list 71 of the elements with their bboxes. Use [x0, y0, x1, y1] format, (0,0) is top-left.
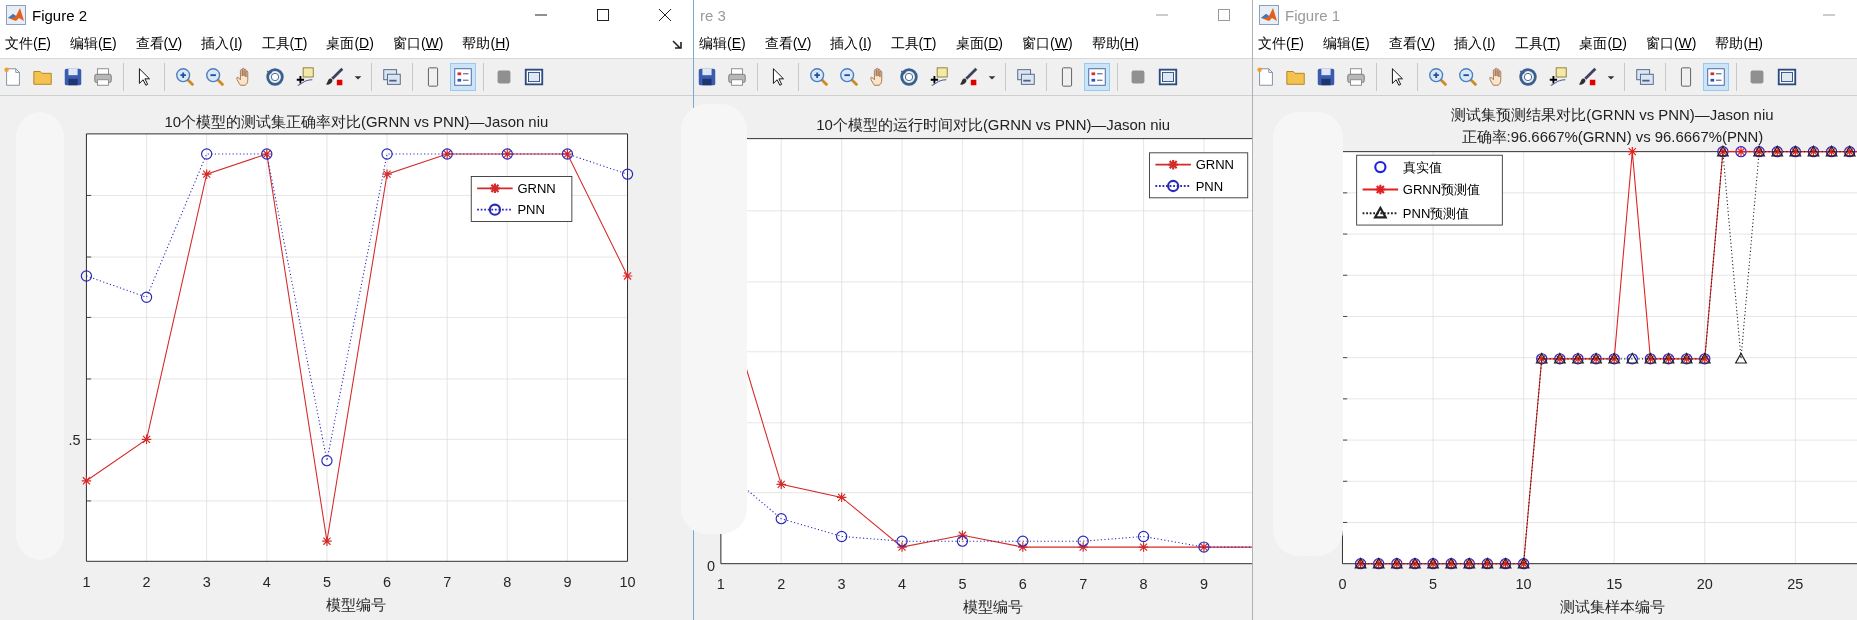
- menu-item[interactable]: 文件(F): [1258, 35, 1304, 53]
- tick-label: 4: [262, 573, 271, 590]
- tick-label: 8: [1139, 576, 1148, 593]
- menu-item[interactable]: 窗口(W): [1645, 35, 1697, 53]
- plot-title: 测试集预测结果对比(GRNN vs PNN)—Jason niu: [1451, 106, 1774, 123]
- tick-label: 9: [563, 573, 572, 590]
- menu-item[interactable]: 帮助(H): [1715, 35, 1763, 53]
- menu-item[interactable]: 桌面(D): [326, 35, 374, 53]
- tick-label: 4: [898, 576, 907, 593]
- axis-label: 模型编号: [326, 597, 387, 614]
- axis-label: 测试集样本编号: [1559, 599, 1665, 616]
- tick-label: 7: [1079, 576, 1088, 593]
- tick-label: 0: [706, 558, 715, 575]
- menu-item[interactable]: 插入(I): [201, 35, 243, 53]
- tick-label: 2: [142, 573, 151, 590]
- legend-icon[interactable]: [450, 63, 476, 91]
- menu-item[interactable]: 工具(T): [1514, 35, 1561, 53]
- axis-label: 模型编号: [963, 599, 1024, 616]
- window-title: re 3: [700, 6, 726, 24]
- menu-item[interactable]: 查看(V): [764, 35, 812, 53]
- tick-label: 0: [1338, 576, 1347, 593]
- tick-label: 10: [1515, 576, 1532, 593]
- tick-label: 1: [716, 576, 725, 593]
- menu-item[interactable]: 窗口(W): [392, 35, 444, 53]
- menu-item[interactable]: 插入(I): [1454, 35, 1496, 53]
- tick-label: 9: [1199, 576, 1208, 593]
- tick-label: .5: [68, 431, 81, 448]
- legend-label: PNN: [1195, 178, 1224, 194]
- menu-item[interactable]: 编辑(E): [699, 35, 746, 53]
- legend-label: 真实值: [1402, 159, 1442, 175]
- tick-label: 8: [503, 573, 512, 590]
- plot-title: 10个模型的运行时间对比(GRNN vs PNN)—Jason niu: [816, 117, 1171, 134]
- tick-label: 2: [777, 576, 786, 593]
- menu-item[interactable]: 工具(T): [261, 35, 308, 53]
- tick-label: 25: [1787, 576, 1804, 593]
- tick-label: 5: [322, 573, 331, 590]
- plot-title: 正确率:96.6667%(GRNN) vs 96.6667%(PNN): [1461, 129, 1764, 146]
- legend-label: GRNN: [1195, 157, 1234, 173]
- tick-label: 6: [383, 573, 392, 590]
- menu-item[interactable]: 帮助(H): [1091, 35, 1139, 53]
- window-title: Figure 2: [32, 6, 88, 24]
- menu-item[interactable]: 查看(V): [135, 35, 183, 53]
- legend-label: GRNN预测值: [1402, 182, 1481, 198]
- plot-title: 10个模型的测试集正确率对比(GRNN vs PNN)—Jason niu: [164, 113, 549, 130]
- tick-label: 5: [958, 576, 967, 593]
- legend-label: PNN预测值: [1402, 205, 1470, 221]
- menu-item[interactable]: 编辑(E): [1322, 35, 1370, 53]
- menu-item[interactable]: 桌面(D): [955, 35, 1003, 53]
- tick-label: 6: [1018, 576, 1027, 593]
- menu-item[interactable]: 桌面(D): [1579, 35, 1627, 53]
- menu-item[interactable]: 工具(T): [890, 35, 937, 53]
- tick-label: 10: [619, 573, 636, 590]
- tick-label: 5: [1429, 576, 1438, 593]
- legend-label: GRNN: [517, 181, 556, 197]
- legend-icon[interactable]: [1084, 63, 1110, 91]
- menu-item[interactable]: 窗口(W): [1022, 35, 1073, 53]
- menu-item[interactable]: 查看(V): [1388, 35, 1436, 53]
- tick-label: 1: [82, 573, 91, 590]
- legend-icon[interactable]: [1703, 63, 1729, 91]
- tick-label: 7: [443, 573, 452, 590]
- tick-label: 15: [1606, 576, 1623, 593]
- tick-label: 20: [1696, 576, 1713, 593]
- menu-item[interactable]: 编辑(E): [69, 35, 117, 53]
- window-title: Figure 1: [1285, 6, 1341, 24]
- menu-item[interactable]: 插入(I): [830, 35, 872, 53]
- menu-item[interactable]: 帮助(H): [462, 35, 510, 53]
- tick-label: 3: [837, 576, 846, 593]
- menu-item[interactable]: 文件(F): [5, 35, 51, 53]
- dock-arrow-icon[interactable]: [671, 37, 685, 51]
- legend-label: PNN: [517, 202, 545, 218]
- tick-label: 3: [202, 573, 211, 590]
